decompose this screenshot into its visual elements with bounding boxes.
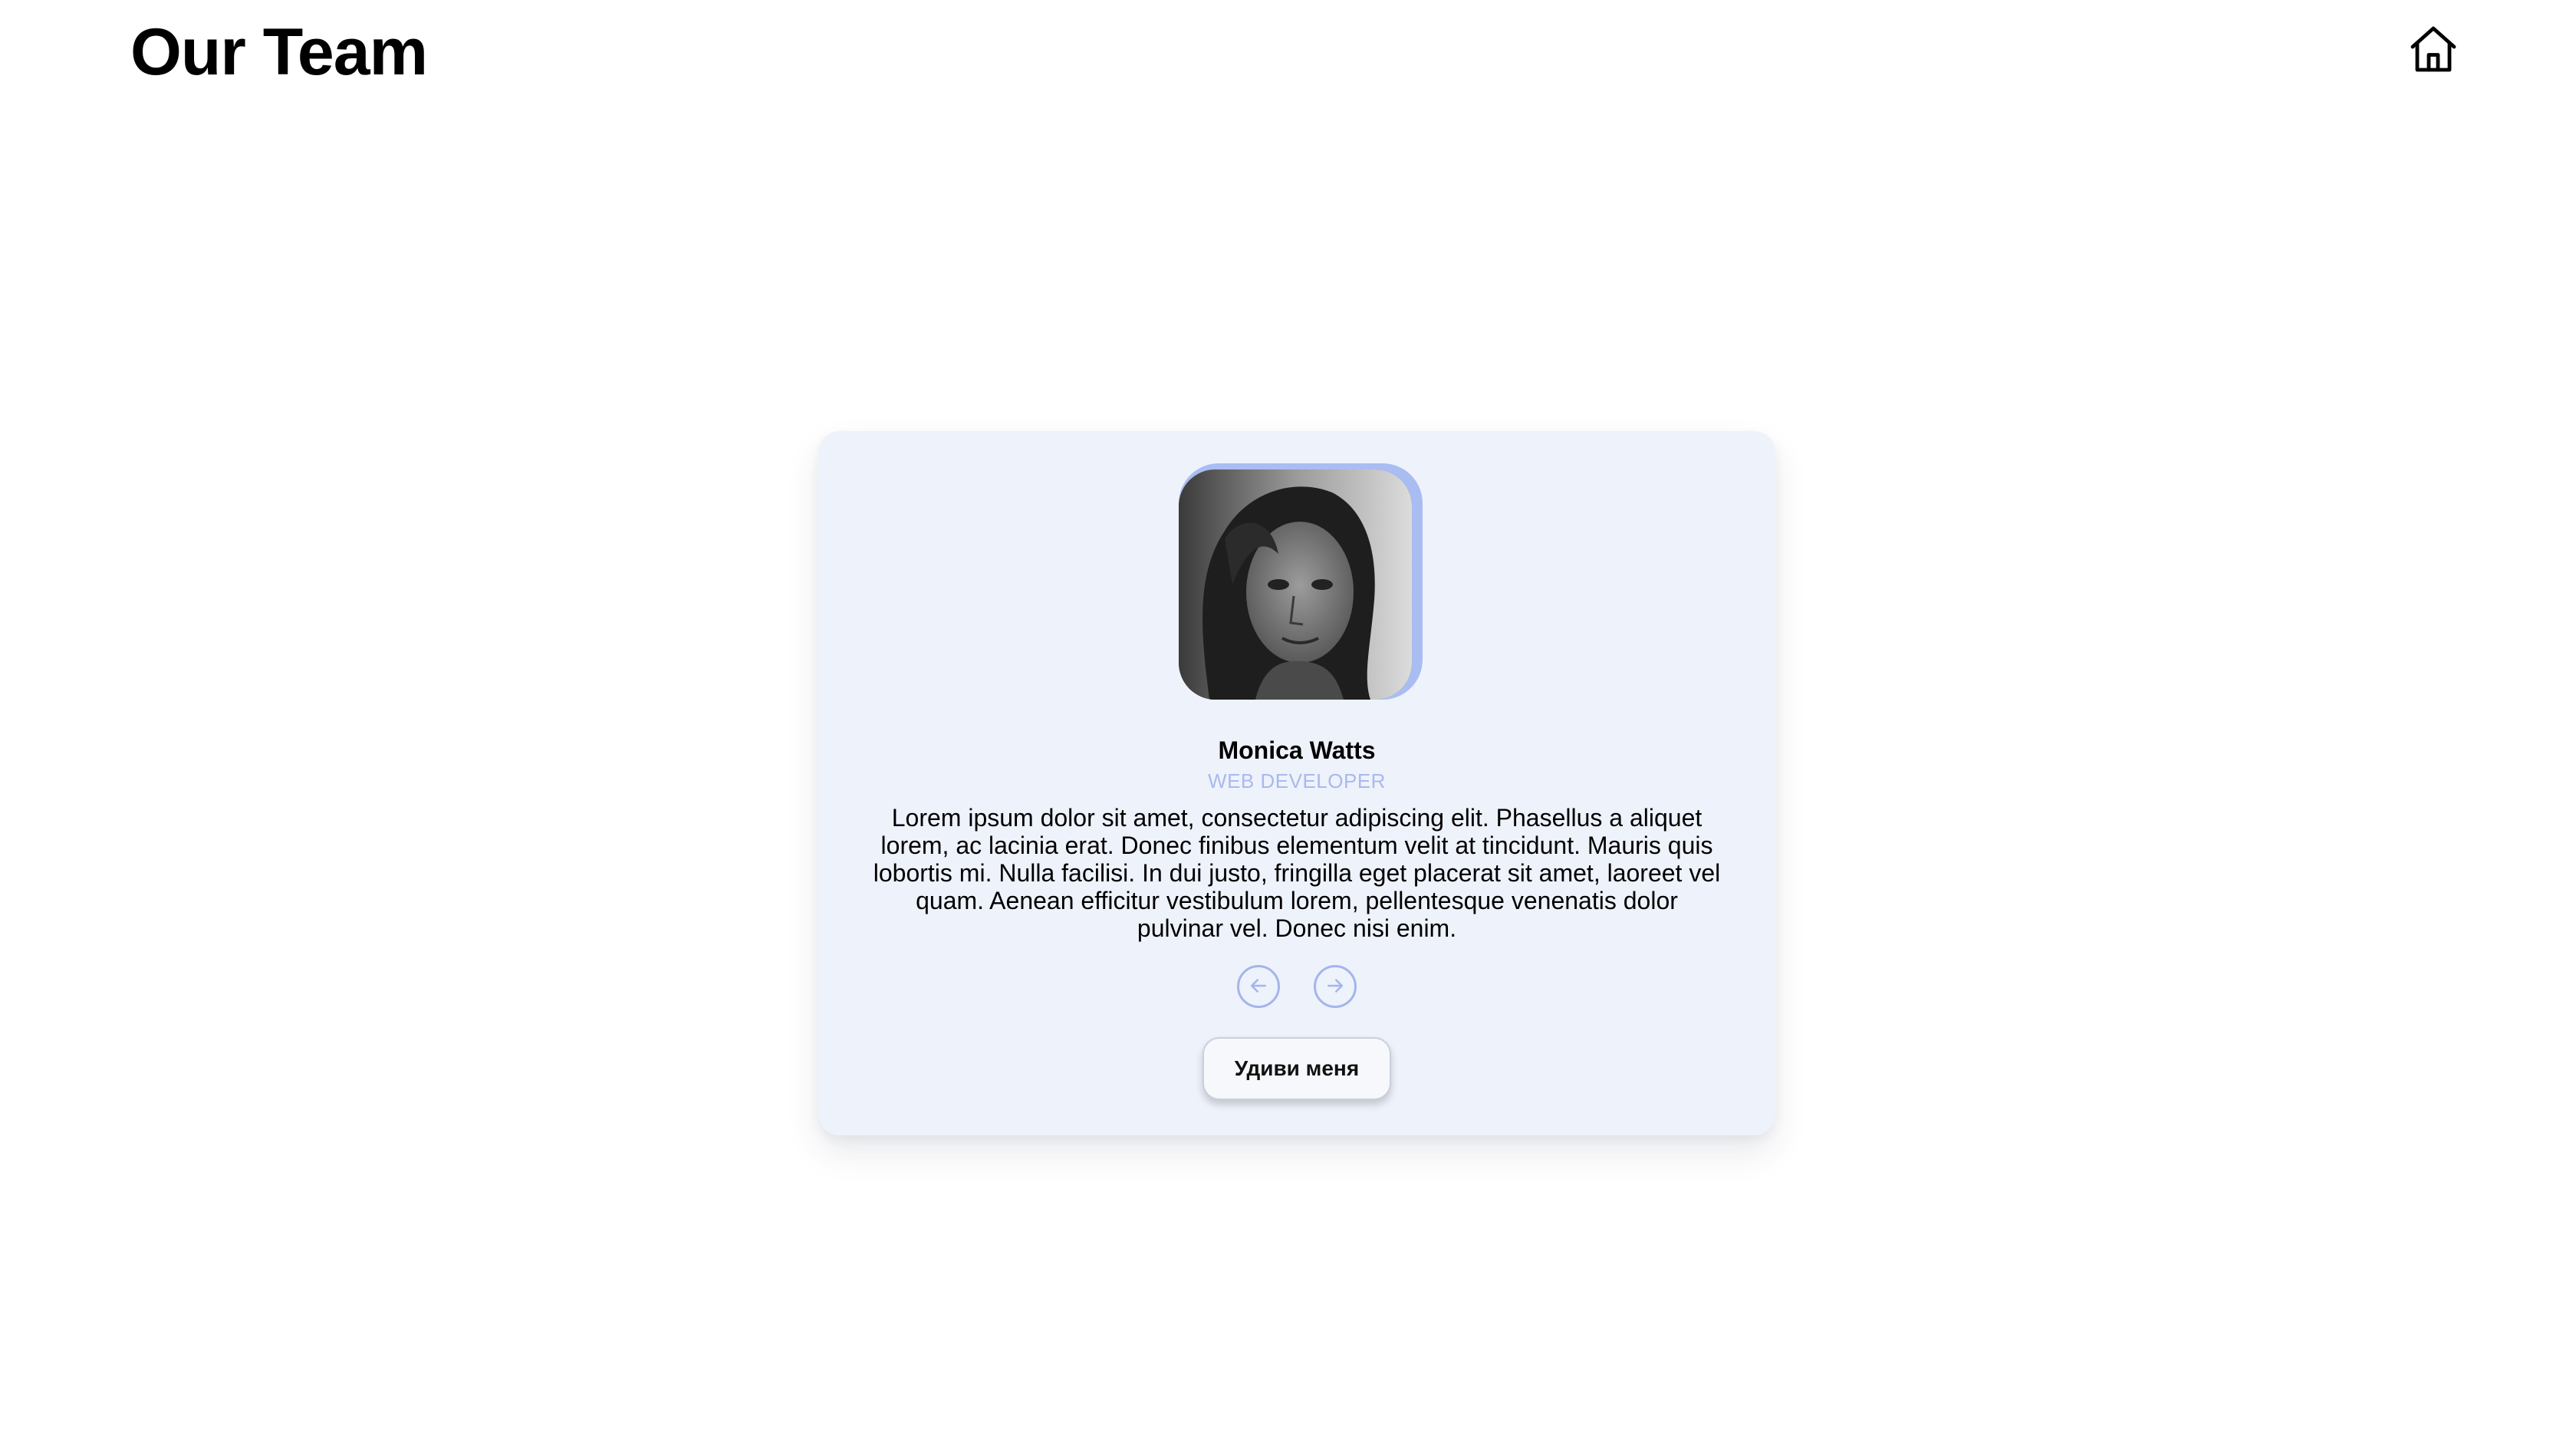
home-button[interactable] <box>2404 21 2462 80</box>
next-button[interactable] <box>1314 965 1357 1008</box>
arrow-right-icon <box>1324 974 1347 1000</box>
avatar <box>1179 469 1412 700</box>
member-name: Monica Watts <box>1218 736 1376 764</box>
page-title: Our Team <box>130 15 428 89</box>
prev-button[interactable] <box>1237 965 1280 1008</box>
team-member-card: Monica Watts WEB DEVELOPER Lorem ipsum d… <box>818 431 1775 1135</box>
arrow-left-icon <box>1247 974 1270 1000</box>
carousel-nav <box>818 965 1775 1008</box>
avatar-frame <box>1179 463 1423 700</box>
member-role: WEB DEVELOPER <box>1208 769 1386 792</box>
home-icon <box>2406 21 2461 81</box>
member-bio: Lorem ipsum dolor sit amet, consectetur … <box>873 804 1721 942</box>
surprise-me-button[interactable]: Удиви меня <box>1202 1037 1391 1100</box>
